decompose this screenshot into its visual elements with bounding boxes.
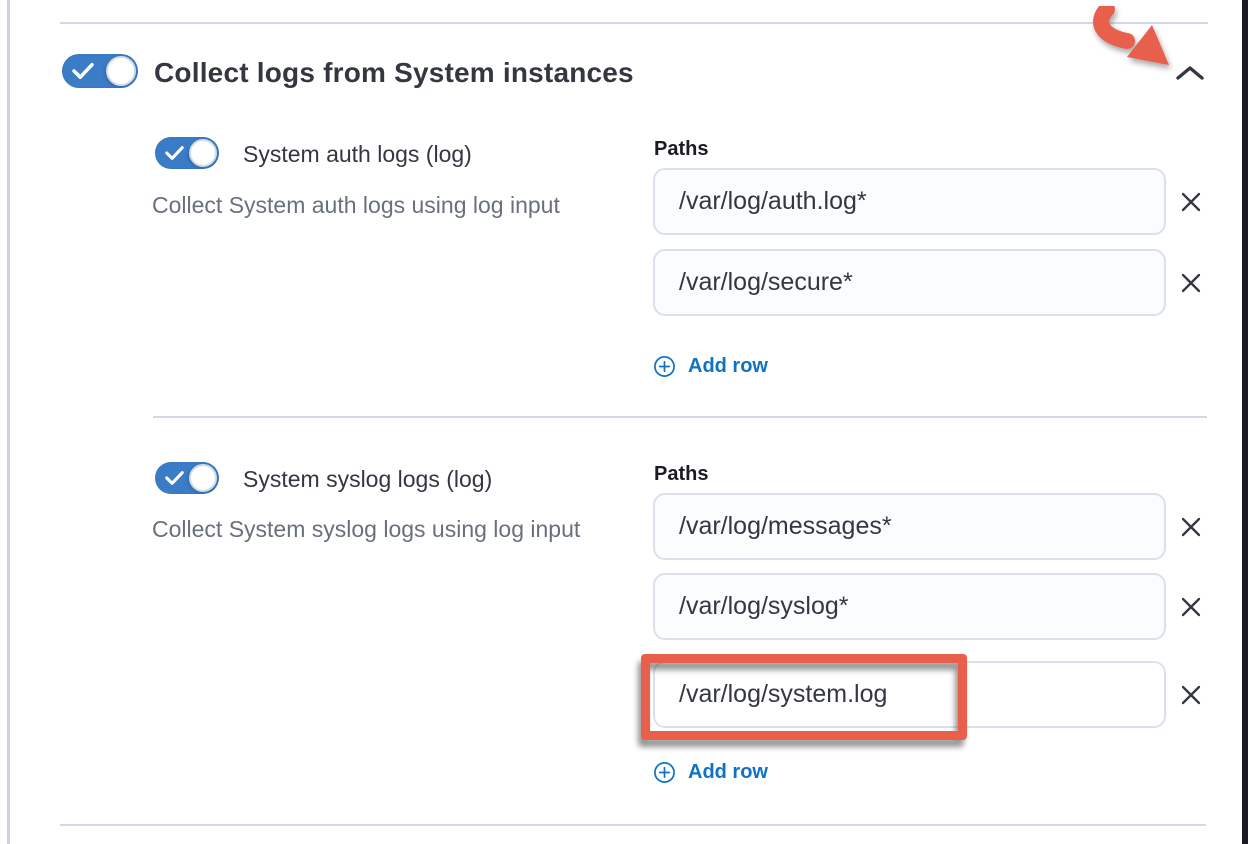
panel-left-border bbox=[7, 0, 10, 844]
auth-logs-description: Collect System auth logs using log input bbox=[152, 187, 672, 223]
paths-label: Paths bbox=[654, 462, 708, 486]
syslog-logs-description: Collect System syslog logs using log inp… bbox=[152, 511, 597, 547]
auth-logs-label: System auth logs (log) bbox=[243, 141, 472, 167]
auth-logs-toggle[interactable] bbox=[155, 137, 219, 169]
syslog-logs-toggle[interactable] bbox=[155, 462, 219, 494]
x-cross-icon bbox=[1178, 514, 1204, 540]
remove-row-button[interactable] bbox=[1177, 188, 1205, 216]
check-icon bbox=[165, 471, 184, 486]
collapse-section-button[interactable] bbox=[1172, 58, 1208, 88]
integration-settings-panel: Collect logs from System instances Syste… bbox=[0, 0, 1248, 844]
plus-circle-icon bbox=[653, 355, 676, 378]
add-row-button[interactable]: Add row bbox=[653, 759, 768, 785]
top-divider bbox=[60, 22, 1208, 24]
path-input-syslog[interactable] bbox=[653, 573, 1166, 640]
window-right-edge bbox=[1242, 0, 1248, 844]
annotation-arrow-icon bbox=[1093, 6, 1177, 70]
chevron-up-icon bbox=[1176, 65, 1204, 81]
page-title: Collect logs from System instances bbox=[154, 56, 634, 90]
check-icon bbox=[72, 63, 94, 80]
x-cross-icon bbox=[1178, 594, 1204, 620]
syslog-logs-label: System syslog logs (log) bbox=[243, 466, 492, 492]
paths-label: Paths bbox=[654, 137, 708, 161]
toggle-knob bbox=[189, 464, 217, 492]
x-cross-icon bbox=[1178, 682, 1204, 708]
plus-circle-icon bbox=[653, 761, 676, 784]
collect-logs-toggle[interactable] bbox=[62, 54, 138, 88]
toggle-knob bbox=[189, 139, 217, 167]
section-divider bbox=[153, 416, 1207, 418]
path-input-auth-log[interactable] bbox=[653, 168, 1166, 235]
x-cross-icon bbox=[1178, 270, 1204, 296]
check-icon bbox=[165, 146, 184, 161]
remove-row-button[interactable] bbox=[1177, 269, 1205, 297]
add-row-button[interactable]: Add row bbox=[653, 353, 768, 379]
path-input-system-log[interactable] bbox=[653, 661, 1166, 728]
x-cross-icon bbox=[1178, 189, 1204, 215]
bottom-divider bbox=[60, 824, 1206, 826]
add-row-label: Add row bbox=[688, 761, 768, 784]
remove-row-button[interactable] bbox=[1177, 513, 1205, 541]
remove-row-button[interactable] bbox=[1177, 593, 1205, 621]
path-input-messages[interactable] bbox=[653, 493, 1166, 560]
toggle-knob bbox=[106, 56, 136, 86]
path-input-secure[interactable] bbox=[653, 249, 1166, 316]
add-row-label: Add row bbox=[688, 355, 768, 378]
remove-row-button[interactable] bbox=[1177, 681, 1205, 709]
